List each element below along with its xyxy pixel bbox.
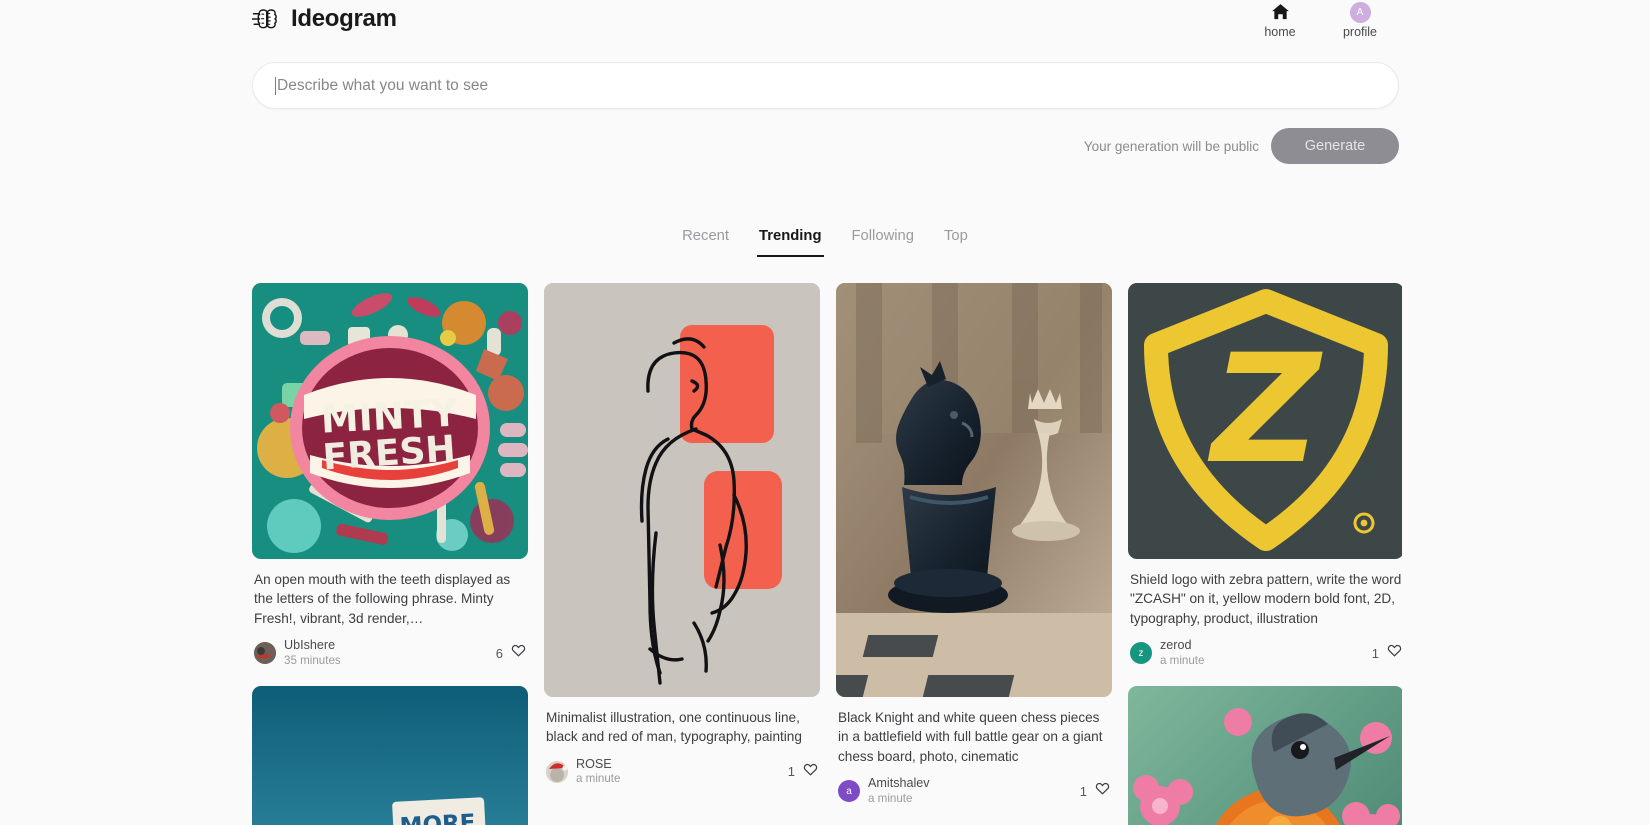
author-avatar-initial: z [1138, 647, 1144, 659]
feed-column-2: Minimalist illustration, one continuous … [544, 283, 820, 825]
card-caption: Minimalist illustration, one continuous … [546, 710, 802, 745]
feed-card[interactable]: Black Knight and white queen chess piece… [836, 283, 1112, 807]
card-meta: UbIshere 35 minutes 6 [252, 628, 528, 668]
more-cows-artwork: MORE COWS MORE PLEASE [252, 686, 528, 825]
card-author[interactable]: a Amitshalev a minute [838, 776, 930, 806]
author-avatar: a [838, 780, 860, 802]
author-name: Amitshalev [868, 775, 930, 790]
brand-name: Ideogram [291, 5, 397, 32]
feed-column-3: Black Knight and white queen chess piece… [836, 283, 1112, 825]
brand-logo-link[interactable]: Ideogram [252, 4, 397, 34]
nav-profile[interactable]: A profile [1338, 1, 1382, 39]
author-text: Amitshalev a minute [868, 776, 930, 806]
tab-top[interactable]: Top [942, 228, 970, 257]
like-count: 6 [495, 645, 503, 661]
author-text: zerod a minute [1160, 638, 1204, 668]
heart-icon[interactable] [511, 643, 526, 663]
feed-column-4: Z Shield logo with zebra pattern, write … [1128, 283, 1402, 825]
author-name: zerod [1160, 637, 1192, 652]
author-time: a minute [576, 772, 621, 786]
feed-grid: MINTY FRESH An open mouth with the teeth… [252, 283, 1402, 825]
like-count: 1 [1079, 783, 1087, 799]
author-name: UbIshere [284, 637, 336, 652]
card-thumbnail[interactable] [544, 283, 820, 697]
card-meta: a Amitshalev a minute 1 [836, 766, 1112, 806]
card-likes[interactable]: 1 [1080, 781, 1110, 801]
tab-following[interactable]: Following [850, 228, 917, 257]
svg-text:Z: Z [1208, 323, 1324, 497]
like-count: 1 [787, 764, 795, 780]
feed-card[interactable]: Minimalist illustration, one continuous … [544, 283, 820, 787]
card-thumbnail[interactable] [1128, 686, 1402, 825]
flower-bird-artwork [1128, 686, 1402, 825]
author-avatar-image [254, 642, 276, 664]
card-author[interactable]: ROSE a minute [546, 757, 620, 787]
header-nav: home A profile [1258, 1, 1382, 39]
card-meta: ROSE a minute 1 [544, 747, 820, 787]
prompt-bar[interactable]: Describe what you want to see [252, 62, 1399, 109]
generate-button[interactable]: Generate [1271, 128, 1399, 164]
card-caption: Black Knight and white queen chess piece… [838, 710, 1103, 764]
black-knight-chess-artwork [836, 283, 1112, 697]
author-avatar: z [1130, 642, 1152, 664]
card-likes[interactable]: 1 [1372, 643, 1402, 663]
card-caption: An open mouth with the teeth displayed a… [254, 572, 511, 626]
author-avatar-image [546, 760, 568, 783]
feed-column-1: MINTY FRESH An open mouth with the teeth… [252, 283, 528, 825]
card-meta: z zerod a minute 1 [1128, 628, 1402, 668]
author-avatar-initial: a [846, 785, 852, 797]
home-icon [1271, 2, 1290, 22]
nav-home[interactable]: home [1258, 2, 1302, 39]
card-thumbnail[interactable] [836, 283, 1112, 697]
feed-card[interactable] [1128, 686, 1402, 825]
author-text: ROSE a minute [576, 757, 620, 787]
prompt-input[interactable]: Describe what you want to see [277, 77, 488, 95]
tab-recent[interactable]: Recent [680, 228, 731, 257]
card-thumbnail[interactable]: MORE COWS MORE PLEASE [252, 686, 528, 825]
heart-icon[interactable] [1095, 781, 1110, 801]
author-time: a minute [868, 791, 913, 805]
ideogram-home-page: Ideogram home A profile Describe what yo [0, 0, 1650, 825]
feed-card[interactable]: MINTY FRESH An open mouth with the teeth… [252, 283, 528, 669]
tab-trending[interactable]: Trending [757, 228, 824, 257]
card-thumbnail[interactable]: Z [1128, 283, 1402, 559]
card-likes[interactable]: 1 [788, 762, 818, 782]
heart-icon[interactable] [803, 762, 818, 782]
author-avatar [546, 760, 568, 783]
feed-card[interactable]: Z Shield logo with zebra pattern, write … [1128, 283, 1402, 669]
brain-logo-icon [252, 4, 282, 34]
card-author[interactable]: UbIshere 35 minutes [254, 638, 341, 668]
minty-fresh-artwork: MINTY FRESH [252, 283, 528, 559]
public-generation-note: Your generation will be public [1083, 138, 1259, 154]
zcash-shield-artwork: Z [1128, 283, 1402, 559]
profile-avatar-initial: A [1349, 1, 1371, 23]
text-caret [275, 76, 276, 95]
card-likes[interactable]: 6 [496, 643, 526, 663]
generate-row: Your generation will be public Generate [252, 128, 1399, 164]
author-text: UbIshere 35 minutes [284, 638, 341, 668]
minimalist-line-man-artwork [544, 283, 820, 697]
card-author[interactable]: z zerod a minute [1130, 638, 1204, 668]
avatar-icon: A [1349, 1, 1371, 23]
card-caption: Shield logo with zebra pattern, write th… [1130, 572, 1402, 626]
like-count: 1 [1371, 645, 1379, 661]
heart-icon[interactable] [1387, 643, 1402, 663]
nav-home-label: home [1264, 25, 1296, 39]
feed-tabs: Recent Trending Following Top [0, 228, 1650, 257]
card-thumbnail[interactable]: MINTY FRESH [252, 283, 528, 559]
author-time: a minute [1160, 653, 1205, 667]
author-avatar [254, 642, 276, 664]
author-time: 35 minutes [284, 653, 341, 667]
nav-profile-label: profile [1342, 25, 1378, 39]
author-name: ROSE [576, 756, 612, 771]
feed-card[interactable]: MORE COWS MORE PLEASE [252, 686, 528, 825]
app-header: Ideogram home A profile [0, 0, 1650, 52]
